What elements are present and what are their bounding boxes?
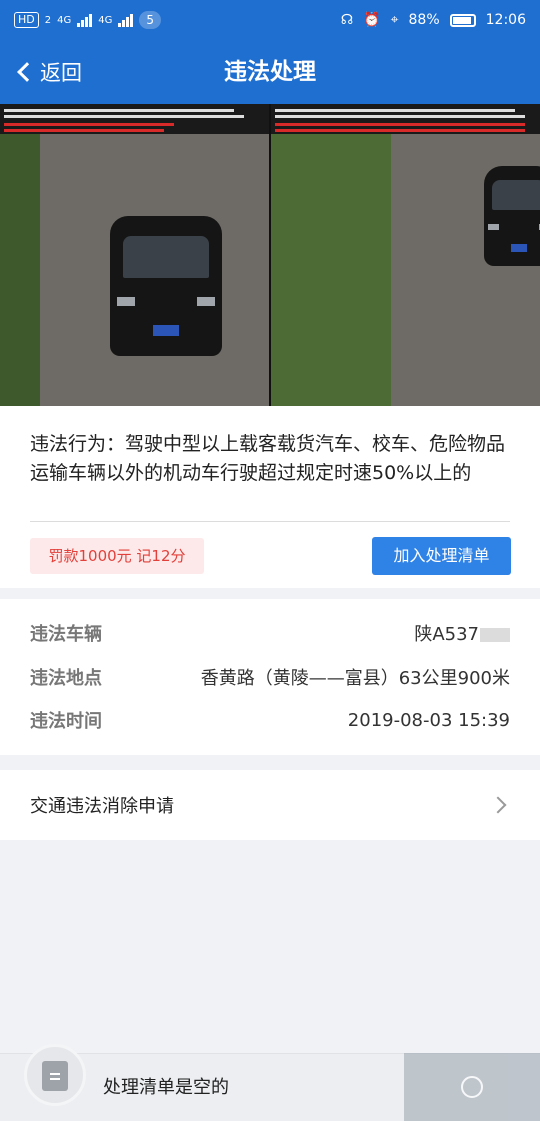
location-row: 违法地点 香黄路（黄陵——富县）63公里900米 bbox=[30, 662, 510, 692]
penalty-badge: 罚款1000元 记12分 bbox=[30, 538, 204, 574]
vehicle-row: 违法车辆 陕A537 bbox=[30, 618, 510, 648]
alarm-icon: ⏰ bbox=[363, 12, 381, 28]
location-value: 香黄路（黄陵——富县）63公里900米 bbox=[200, 668, 510, 689]
processing-list-button[interactable] bbox=[24, 1044, 86, 1106]
violation-clearance-row[interactable]: 交通违法消除申请 bbox=[0, 770, 540, 840]
photo-caption-2 bbox=[271, 104, 540, 134]
sim-slot: 2 bbox=[44, 14, 52, 26]
notification-count: 5 bbox=[139, 11, 162, 29]
nav-bar: 返回 违法处理 bbox=[0, 40, 540, 104]
signal-icon bbox=[77, 13, 93, 27]
chevron-right-icon bbox=[489, 796, 507, 814]
empty-list-text: 处理清单是空的 bbox=[103, 1077, 229, 1098]
battery-icon bbox=[449, 13, 476, 27]
violation-card: 违法行为：驾驶中型以上载客载货汽车、校车、危险物品运输车辆以外的机动车行驶超过规… bbox=[0, 406, 540, 588]
vehicle-value: 陕A537 bbox=[414, 620, 510, 646]
hd-badge: HD bbox=[14, 12, 39, 28]
time-label: 违法时间 bbox=[30, 711, 102, 732]
status-left: HD 2 4G 4G 5 bbox=[14, 11, 162, 29]
details-card: 违法车辆 陕A537 违法地点 香黄路（黄陵——富县）63公里900米 违法时间… bbox=[0, 599, 540, 755]
violation-description: 违法行为：驾驶中型以上载客载货汽车、校车、危险物品运输车辆以外的机动车行驶超过规… bbox=[30, 433, 506, 484]
violation-clearance-label: 交通违法消除申请 bbox=[30, 796, 174, 817]
vehicle-plate: 陕A537 bbox=[414, 624, 479, 645]
battery-percent: 88% bbox=[408, 12, 440, 28]
status-right: ☊ ⏰ ⌖ 88% 12:06 bbox=[341, 12, 526, 28]
plate-mask bbox=[480, 628, 510, 642]
divider bbox=[30, 521, 510, 522]
signal-label-1: 4G bbox=[57, 14, 72, 26]
evidence-photo-1[interactable] bbox=[0, 104, 269, 406]
car-image-2 bbox=[484, 166, 540, 266]
signal-icon-2 bbox=[118, 13, 134, 27]
time-value: 2019-08-03 15:39 bbox=[347, 709, 510, 731]
watermark bbox=[404, 1053, 540, 1121]
time-row: 违法时间 2019-08-03 15:39 bbox=[30, 705, 510, 735]
signal-label-2: 4G bbox=[98, 14, 113, 26]
add-to-list-button[interactable]: 加入处理清单 bbox=[372, 537, 511, 575]
page-title: 违法处理 bbox=[224, 59, 316, 85]
vehicle-label: 违法车辆 bbox=[30, 624, 102, 645]
evidence-photo-2[interactable] bbox=[271, 104, 540, 406]
location-icon: ⌖ bbox=[390, 12, 399, 28]
photo-caption bbox=[0, 104, 269, 134]
status-bar: HD 2 4G 4G 5 ☊ ⏰ ⌖ 88% 12:06 bbox=[0, 0, 540, 40]
clipboard-icon bbox=[42, 1061, 68, 1091]
watermark-logo-icon bbox=[461, 1076, 483, 1098]
headset-icon: ☊ bbox=[340, 12, 354, 28]
evidence-photos bbox=[0, 104, 540, 406]
car-image bbox=[110, 216, 222, 356]
clock: 12:06 bbox=[485, 12, 526, 28]
location-label: 违法地点 bbox=[30, 668, 102, 689]
